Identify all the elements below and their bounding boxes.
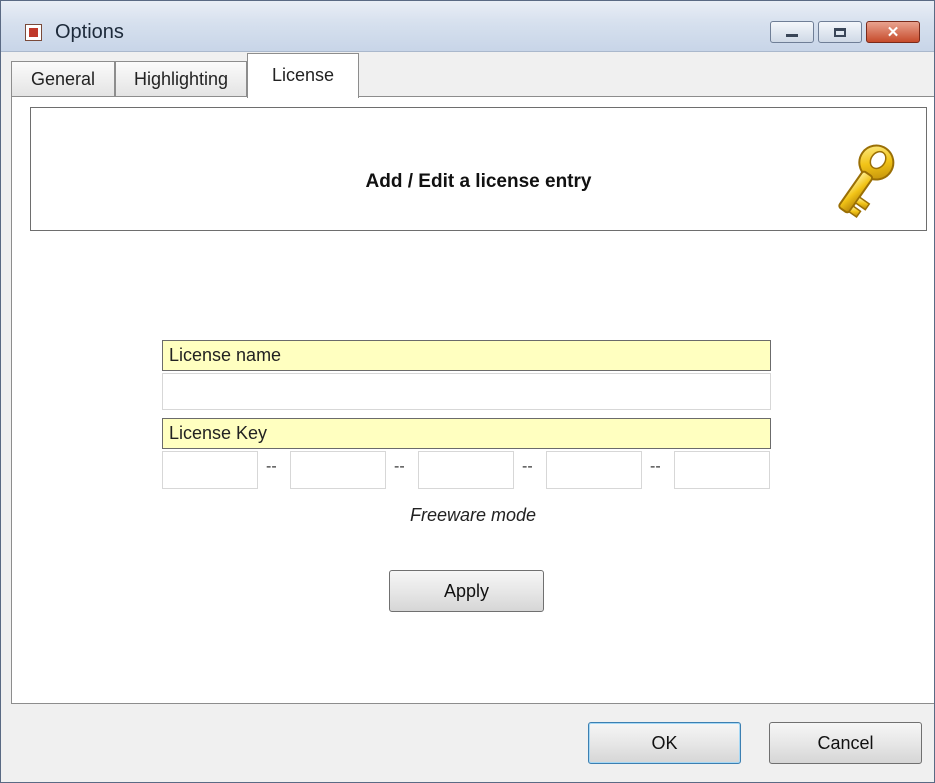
cancel-button[interactable]: Cancel <box>769 722 922 764</box>
minimize-button[interactable] <box>770 21 814 43</box>
license-key-segment-2[interactable] <box>290 451 386 489</box>
maximize-icon <box>819 22 861 42</box>
license-key-segment-1[interactable] <box>162 451 258 489</box>
options-checkbox-icon <box>25 24 42 41</box>
license-header: Add / Edit a license entry <box>30 107 927 231</box>
key-separator: -- <box>394 458 405 475</box>
license-header-title: Add / Edit a license entry <box>365 171 592 192</box>
license-mode-text: Freeware mode <box>409 505 537 525</box>
title-bar[interactable]: Options ✕ <box>1 1 934 52</box>
license-name-input[interactable] <box>162 373 771 410</box>
apply-button[interactable]: Apply <box>389 570 544 612</box>
license-key-segment-5[interactable] <box>674 451 770 489</box>
key-icon <box>838 144 895 219</box>
key-separator: -- <box>522 458 533 475</box>
key-separator: -- <box>266 458 277 475</box>
tab-highlighting[interactable]: Highlighting <box>115 61 247 97</box>
close-icon: ✕ <box>886 24 900 41</box>
window-title: Options <box>55 21 124 43</box>
license-panel: Add / Edit a license entry License name … <box>11 96 934 704</box>
maximize-button[interactable] <box>818 21 862 43</box>
key-separator: -- <box>650 458 661 475</box>
tab-license[interactable]: License <box>247 53 359 98</box>
close-button[interactable]: ✕ <box>866 21 920 43</box>
license-name-label: License name <box>162 340 771 371</box>
license-key-segment-3[interactable] <box>418 451 514 489</box>
license-key-label: License Key <box>162 418 771 449</box>
minimize-icon <box>771 22 813 42</box>
license-key-segment-4[interactable] <box>546 451 642 489</box>
ok-button[interactable]: OK <box>588 722 741 764</box>
options-window: Options ✕ General Highlighting License A… <box>0 0 935 783</box>
dialog-footer: OK Cancel <box>11 704 934 782</box>
tab-general[interactable]: General <box>11 61 115 97</box>
